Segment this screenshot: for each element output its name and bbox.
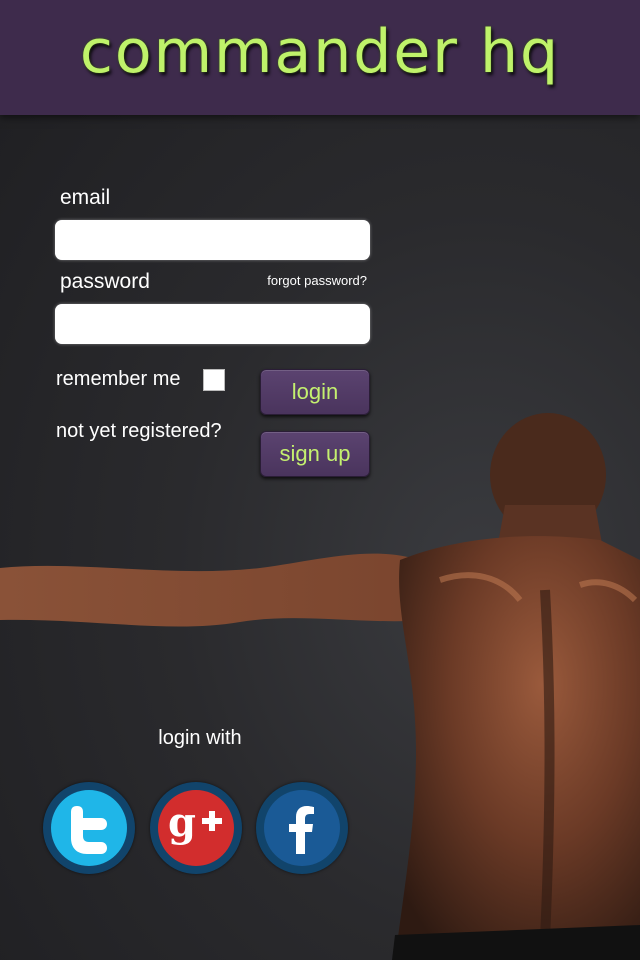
email-input[interactable] <box>55 220 370 260</box>
login-form: email password forgot password? remember… <box>0 0 640 960</box>
not-registered-label: not yet registered? <box>56 420 222 442</box>
facebook-login-button[interactable] <box>256 782 348 874</box>
login-button[interactable]: login <box>260 369 370 415</box>
remember-me-label: remember me <box>56 368 181 390</box>
login-with-heading: login with <box>158 727 242 749</box>
forgot-password-link[interactable]: forgot password? <box>267 273 367 288</box>
google-plus-login-button[interactable]: g <box>150 782 242 874</box>
app-logo-text: commander hq <box>79 16 561 87</box>
remember-me-checkbox[interactable] <box>203 369 225 391</box>
password-input[interactable] <box>55 304 370 344</box>
twitter-icon <box>51 790 127 866</box>
email-label: email <box>60 186 111 209</box>
password-label: password <box>60 270 150 293</box>
google-plus-icon: g <box>158 790 234 866</box>
facebook-icon <box>264 790 340 866</box>
sign-up-button[interactable]: sign up <box>260 431 370 477</box>
twitter-login-button[interactable] <box>43 782 135 874</box>
svg-text:g: g <box>168 799 196 846</box>
app-header: commander hq <box>0 0 640 115</box>
